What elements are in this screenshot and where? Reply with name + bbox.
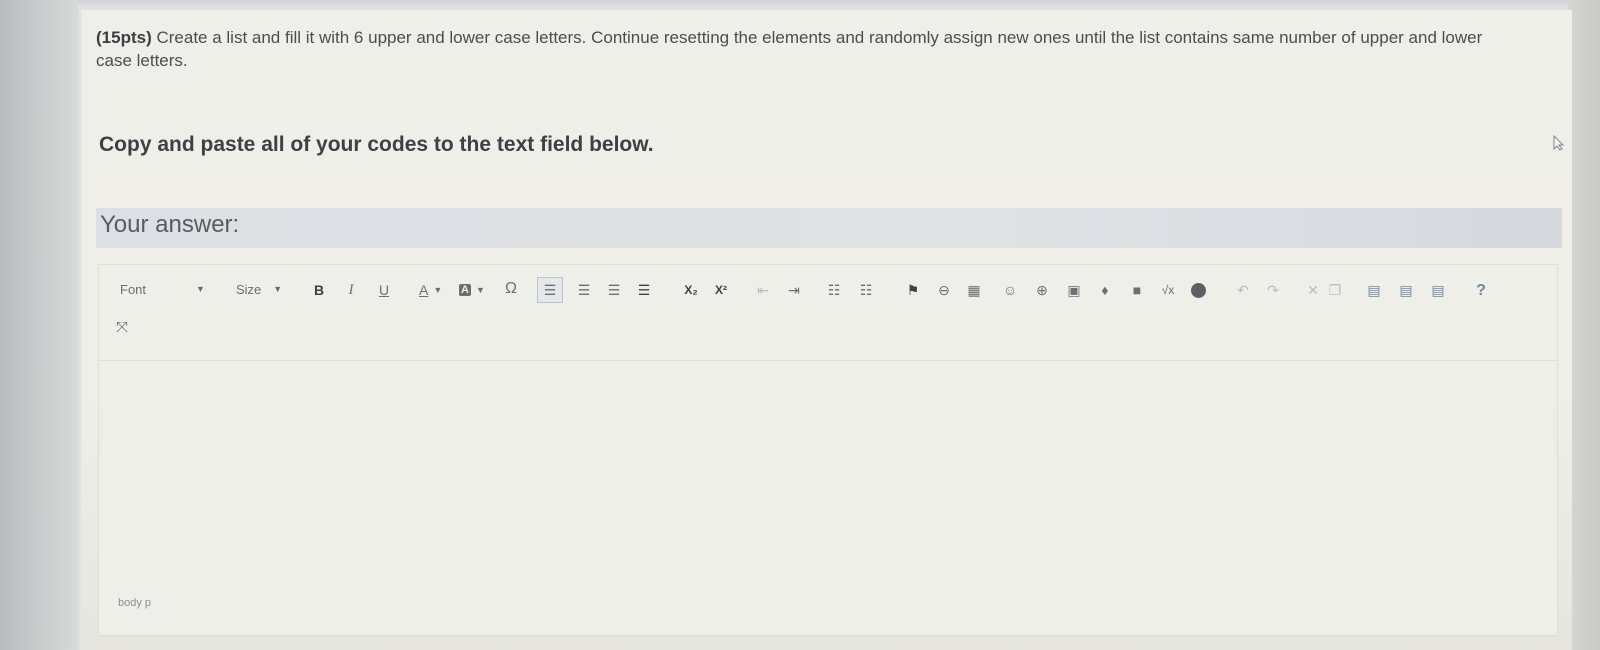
unordered-list-icon: ☷ (859, 281, 873, 298)
copy-button[interactable]: ❐ (1327, 280, 1343, 300)
redo-icon: ↷ (1267, 281, 1279, 298)
answer-label: Your answer: (100, 211, 240, 238)
align-justify-icon: ☰ (637, 281, 651, 298)
help-button[interactable]: ? (1473, 281, 1489, 301)
paste-button[interactable]: ▤ (1365, 280, 1383, 300)
background-color-icon: A (459, 284, 471, 296)
align-left-icon: ☰ (543, 281, 557, 298)
align-right-icon: ☰ (607, 281, 621, 298)
align-center-icon: ☰ (577, 281, 591, 298)
anchor-button[interactable]: ⚑ (905, 280, 921, 300)
superscript-button[interactable]: X² (711, 280, 731, 300)
editor-toolbar: Font ▼ Size ▼ B I U A ▼ A ▼ Ω ☰ ☰ ☰ ☰ X₂… (99, 265, 1557, 361)
unordered-list-button[interactable]: ☷ (857, 280, 875, 300)
flag-icon: ⚑ (906, 281, 920, 298)
bold-button[interactable]: B (311, 280, 327, 300)
image-icon: ▣ (1067, 281, 1081, 298)
instruction-text: Copy and paste all of your codes to the … (99, 133, 654, 156)
size-select-label: Size (236, 281, 262, 297)
background-color-button[interactable]: A ▼ (459, 280, 491, 300)
table-icon: ▦ (967, 281, 981, 298)
answer-header: Your answer: (96, 208, 1562, 248)
paste-word-icon: ▤ (1431, 281, 1445, 298)
align-right-button[interactable]: ☰ (605, 280, 623, 300)
image-button[interactable]: ▣ (1065, 280, 1083, 300)
link-button[interactable]: ⊖ (935, 280, 953, 300)
text-color-button[interactable]: A ▼ (419, 280, 449, 300)
align-center-button[interactable]: ☰ (575, 280, 593, 300)
paste-text-button[interactable]: ▤ (1397, 280, 1415, 300)
redo-button[interactable]: ↷ (1265, 280, 1281, 300)
cut-icon: ✕ (1307, 281, 1319, 298)
square-root-icon: √x (1161, 283, 1175, 297)
undo-button[interactable]: ↶ (1235, 280, 1251, 300)
audio-button[interactable]: ♦ (1097, 280, 1113, 300)
video-icon: ■ (1132, 282, 1142, 298)
table-button[interactable]: ▦ (965, 280, 983, 300)
indent-button[interactable]: ⇥ (785, 280, 803, 300)
ordered-list-button[interactable]: ☷ (825, 280, 843, 300)
outdent-icon: ⇤ (757, 281, 769, 298)
math-button[interactable]: √x (1158, 280, 1178, 300)
ordered-list-icon: ☷ (827, 281, 841, 298)
subscript-button[interactable]: X₂ (681, 280, 701, 300)
globe-icon: ⊕ (1036, 281, 1048, 298)
chemistry-button[interactable] (1189, 280, 1207, 300)
mouse-cursor-icon (1553, 135, 1565, 151)
chevron-down-icon: ▼ (196, 284, 205, 294)
smiley-icon: ☺ (1002, 282, 1018, 298)
maximize-button[interactable]: ⤧ (112, 317, 132, 337)
paste-icon: ▤ (1367, 281, 1381, 298)
question-text: (15pts) Create a list and fill it with 6… (96, 26, 1516, 72)
question-points: (15pts) (96, 28, 152, 47)
link-icon: ⊖ (938, 281, 950, 298)
align-justify-button[interactable]: ☰ (635, 280, 653, 300)
web-link-button[interactable]: ⊕ (1033, 280, 1051, 300)
editor-content-area[interactable] (99, 361, 1557, 591)
microphone-icon: ♦ (1101, 282, 1109, 298)
chevron-down-icon: ▼ (433, 285, 443, 295)
outdent-button[interactable]: ⇤ (755, 280, 771, 300)
align-left-button[interactable]: ☰ (537, 277, 563, 303)
video-button[interactable]: ■ (1129, 280, 1145, 300)
cut-button[interactable]: ✕ (1305, 280, 1321, 300)
paste-word-button[interactable]: ▤ (1429, 280, 1447, 300)
question-body: Create a list and fill it with 6 upper a… (96, 28, 1483, 70)
emoticon-button[interactable]: ☺ (1001, 280, 1019, 300)
rich-text-editor[interactable]: Font ▼ Size ▼ B I U A ▼ A ▼ Ω ☰ ☰ ☰ ☰ X₂… (98, 264, 1558, 636)
maximize-icon: ⤧ (115, 318, 128, 336)
text-color-icon: A (419, 282, 429, 298)
indent-icon: ⇥ (788, 281, 800, 298)
font-select-label: Font (120, 281, 147, 297)
chevron-down-icon: ▼ (273, 284, 283, 294)
special-character-button[interactable]: Ω (502, 279, 520, 299)
font-select[interactable]: Font ▼ (120, 279, 210, 299)
italic-button[interactable]: I (343, 280, 359, 300)
chemistry-icon (1190, 282, 1206, 298)
undo-icon: ↶ (1237, 281, 1249, 298)
size-select[interactable]: Size ▼ (236, 279, 291, 299)
underline-button[interactable]: U (376, 280, 392, 300)
paste-text-icon: ▤ (1399, 281, 1413, 298)
chevron-down-icon: ▼ (475, 285, 485, 295)
element-path: body p (118, 597, 152, 609)
copy-icon: ❐ (1328, 281, 1342, 298)
